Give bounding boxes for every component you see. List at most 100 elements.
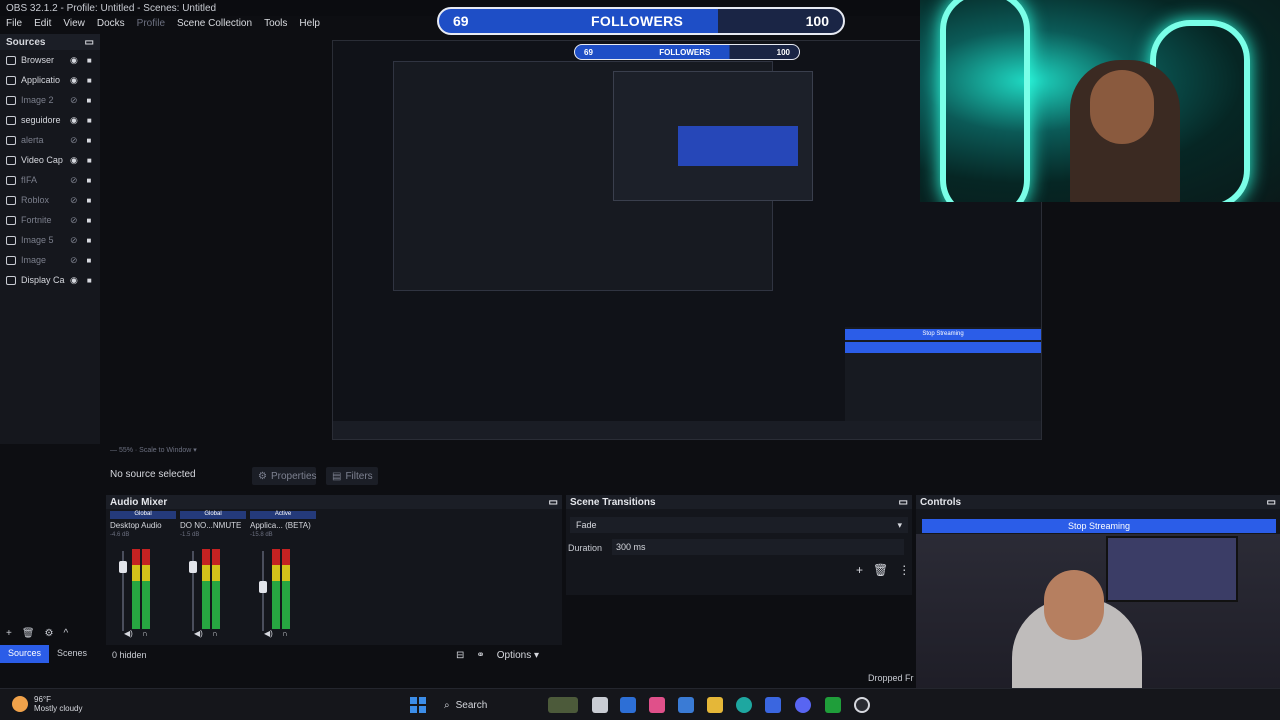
options-button[interactable]: Options ▾	[497, 650, 539, 661]
undock-icon[interactable]: ▭	[899, 497, 908, 508]
gear-icon[interactable]: ⚙	[45, 628, 54, 639]
undock-icon[interactable]: ▭	[549, 497, 558, 508]
weather-widget[interactable]: 96°F Mostly cloudy	[12, 695, 82, 713]
lock-icon[interactable]: ■	[87, 116, 92, 125]
menu-bar: File Edit View Docks Profile Scene Colle…	[0, 16, 440, 32]
eye-off-icon[interactable]: ⊘	[70, 255, 78, 266]
app-icon[interactable]	[620, 697, 636, 713]
mixer-channel-name[interactable]: Applica... (BETA)	[250, 521, 316, 530]
volume-knob[interactable]	[189, 561, 197, 573]
properties-button[interactable]: ⚙ Properties	[252, 467, 317, 485]
eye-off-icon[interactable]: ⊘	[70, 195, 78, 206]
speaker-icon[interactable]: ◀)	[194, 629, 203, 638]
source-item[interactable]: alerta ⊘ ■	[0, 130, 100, 150]
headphones-icon[interactable]: ∩	[282, 629, 288, 638]
task-view-icon[interactable]	[592, 697, 608, 713]
edge-icon[interactable]	[736, 697, 752, 713]
source-item[interactable]: Browser ◉ ■	[0, 50, 100, 70]
up-icon[interactable]: ^	[64, 628, 69, 639]
eye-icon[interactable]: ◉	[70, 275, 78, 286]
menu-scene-collection[interactable]: Scene Collection	[177, 16, 252, 32]
filters-button[interactable]: ▤ Filters	[326, 467, 378, 485]
widget-icon[interactable]	[548, 697, 578, 713]
tab-sources[interactable]: Sources	[0, 645, 50, 663]
taskbar-search[interactable]: ⌕ Search	[436, 695, 546, 715]
source-item[interactable]: Display Ca ◉ ■	[0, 270, 100, 290]
source-item[interactable]: Roblox ⊘ ■	[0, 190, 100, 210]
eye-icon[interactable]: ◉	[70, 155, 78, 166]
mixer-channel-name[interactable]: Desktop Audio	[110, 521, 176, 530]
menu-edit[interactable]: Edit	[34, 16, 51, 32]
more-icon[interactable]: ⋮	[898, 563, 910, 577]
volume-knob[interactable]	[259, 581, 267, 593]
speaker-icon[interactable]: ◀)	[124, 629, 133, 638]
link-icon[interactable]: ⚭	[476, 650, 484, 661]
lock-icon[interactable]: ■	[87, 76, 92, 85]
discord-icon[interactable]	[795, 697, 811, 713]
transition-select[interactable]: Fade ▾	[570, 517, 908, 533]
eye-off-icon[interactable]: ⊘	[70, 215, 78, 226]
headphones-icon[interactable]: ∩	[212, 629, 218, 638]
nested-stop-streaming: Stop Streaming	[845, 329, 1041, 340]
source-type-icon	[6, 175, 16, 185]
duration-input[interactable]: 300 ms	[612, 539, 904, 555]
audio-mixer-header: Audio Mixer ▭	[106, 495, 562, 509]
undock-icon[interactable]: ▭	[85, 37, 94, 48]
eye-icon[interactable]: ◉	[70, 75, 78, 86]
lock-icon[interactable]: ■	[87, 216, 92, 225]
neon-light	[940, 0, 1030, 202]
menu-file[interactable]: File	[6, 16, 22, 32]
trash-icon[interactable]: 🗑	[22, 628, 35, 639]
controls-header: Controls ▭	[916, 495, 1280, 509]
source-item[interactable]: Image 2 ⊘ ■	[0, 90, 100, 110]
store-icon[interactable]	[678, 697, 694, 713]
app-icon[interactable]	[649, 697, 665, 713]
source-type-icon	[6, 275, 16, 285]
eye-off-icon[interactable]: ⊘	[70, 135, 78, 146]
layout-icon[interactable]: ⊟	[456, 650, 464, 661]
lock-icon[interactable]: ■	[87, 256, 92, 265]
mixer-channel-name[interactable]: DO NO...NMUTE	[180, 521, 246, 530]
undock-icon[interactable]: ▭	[1267, 497, 1276, 508]
lock-icon[interactable]: ■	[87, 156, 92, 165]
eye-off-icon[interactable]: ⊘	[70, 95, 78, 106]
speaker-icon[interactable]: ◀)	[264, 629, 273, 638]
menu-docks[interactable]: Docks	[97, 16, 125, 32]
menu-profile[interactable]: Profile	[137, 16, 165, 32]
windows-start-icon[interactable]	[410, 697, 426, 713]
source-item[interactable]: Video Cap ◉ ■	[0, 150, 100, 170]
add-icon[interactable]: +	[856, 563, 863, 577]
volume-knob[interactable]	[119, 561, 127, 573]
eye-icon[interactable]: ◉	[70, 115, 78, 126]
search-icon: ⌕	[444, 699, 450, 711]
lock-icon[interactable]: ■	[87, 96, 92, 105]
source-item[interactable]: seguidore ◉ ■	[0, 110, 100, 130]
menu-view[interactable]: View	[63, 16, 85, 32]
eye-off-icon[interactable]: ⊘	[70, 175, 78, 186]
lock-icon[interactable]: ■	[87, 196, 92, 205]
eye-icon[interactable]: ◉	[70, 55, 78, 66]
app-icon[interactable]	[765, 697, 781, 713]
lock-icon[interactable]: ■	[87, 136, 92, 145]
lock-icon[interactable]: ■	[87, 276, 92, 285]
folder-icon[interactable]	[707, 697, 723, 713]
source-item[interactable]: Image 5 ⊘ ■	[0, 230, 100, 250]
source-item[interactable]: Applicatio ◉ ■	[0, 70, 100, 90]
xbox-icon[interactable]	[825, 697, 841, 713]
obs-icon[interactable]	[854, 697, 870, 713]
lock-icon[interactable]: ■	[87, 56, 92, 65]
source-item[interactable]: Image ⊘ ■	[0, 250, 100, 270]
headphones-icon[interactable]: ∩	[142, 629, 148, 638]
tab-scenes[interactable]: Scenes	[49, 645, 95, 663]
lock-icon[interactable]: ■	[87, 176, 92, 185]
source-item[interactable]: Fortnite ⊘ ■	[0, 210, 100, 230]
lock-icon[interactable]: ■	[87, 236, 92, 245]
stop-streaming-button[interactable]: Stop Streaming	[922, 519, 1276, 533]
add-icon[interactable]: +	[6, 628, 12, 639]
eye-off-icon[interactable]: ⊘	[70, 235, 78, 246]
source-item[interactable]: fIFA ⊘ ■	[0, 170, 100, 190]
menu-tools[interactable]: Tools	[264, 16, 287, 32]
menu-help[interactable]: Help	[299, 16, 320, 32]
source-type-icon	[6, 75, 16, 85]
trash-icon[interactable]: 🗑	[873, 563, 888, 577]
